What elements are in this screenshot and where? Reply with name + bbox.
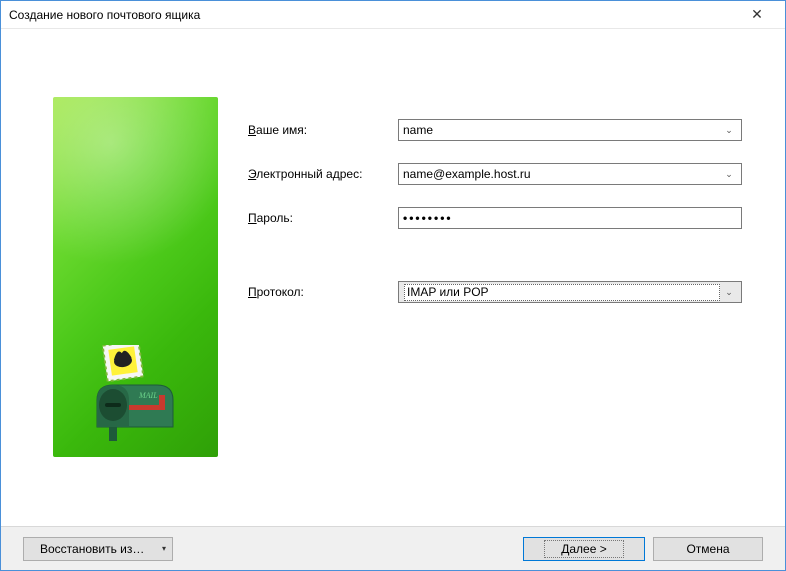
label-name: Ваше имя:	[248, 123, 398, 137]
next-label: Далее >	[561, 542, 607, 556]
name-value: name	[403, 123, 721, 137]
row-name: Ваше имя: name ⌄	[248, 119, 763, 141]
dialog-create-mailbox: Создание нового почтового ящика ✕	[0, 0, 786, 571]
form-area: Ваше имя: name ⌄ Электронный адрес: name…	[218, 59, 763, 510]
restore-label: Восстановить из…	[40, 542, 144, 556]
email-input[interactable]: name@example.host.ru ⌄	[398, 163, 742, 185]
gradient-shade	[53, 97, 218, 297]
close-icon: ✕	[751, 6, 763, 23]
svg-text:MAIL: MAIL	[138, 391, 158, 400]
chevron-down-icon: ⌄	[721, 287, 737, 298]
next-button[interactable]: Далее >	[523, 537, 645, 561]
protocol-value: IMAP или POP	[404, 284, 720, 301]
cancel-label: Отмена	[686, 542, 729, 556]
title-bar: Создание нового почтового ящика ✕	[1, 1, 785, 29]
label-password: Пароль:	[248, 211, 398, 225]
password-input[interactable]: ••••••••	[398, 207, 742, 229]
chevron-down-icon: ⌄	[721, 169, 737, 180]
restore-from-button[interactable]: Восстановить из… ▾	[23, 537, 173, 561]
button-bar: Восстановить из… ▾ Далее > Отмена	[1, 526, 785, 570]
cancel-button[interactable]: Отмена	[653, 537, 763, 561]
protocol-select[interactable]: IMAP или POP ⌄	[398, 281, 742, 303]
dialog-body: MAIL Ваше имя: name ⌄	[1, 29, 785, 526]
chevron-down-icon: ⌄	[721, 125, 737, 136]
dropdown-arrow-icon: ▾	[162, 544, 166, 553]
row-password: Пароль: ••••••••	[248, 207, 763, 229]
password-value: ••••••••	[403, 211, 453, 225]
row-protocol: Протокол: IMAP или POP ⌄	[248, 281, 763, 303]
sidebar-illustration: MAIL	[53, 97, 218, 457]
window-title: Создание нового почтового ящика	[9, 8, 737, 22]
close-button[interactable]: ✕	[737, 1, 777, 28]
name-input[interactable]: name ⌄	[398, 119, 742, 141]
mailbox-icon: MAIL	[85, 345, 185, 445]
label-protocol: Протокол:	[248, 285, 398, 299]
email-value: name@example.host.ru	[403, 167, 721, 181]
row-email: Электронный адрес: name@example.host.ru …	[248, 163, 763, 185]
label-email: Электронный адрес:	[248, 167, 398, 181]
